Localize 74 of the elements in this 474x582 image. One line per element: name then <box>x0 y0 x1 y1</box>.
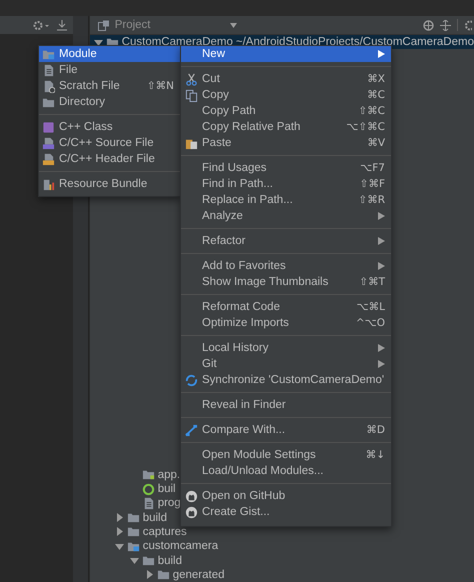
collapse-arrow-icon[interactable] <box>130 556 139 566</box>
project-path: ~/AndroidStudioProjects/CustomCameraDemo <box>236 36 474 48</box>
tree-item-label[interactable]: build <box>142 512 167 524</box>
settings-icon[interactable] <box>33 20 50 30</box>
menu-item[interactable]: Cut ⌘X <box>181 71 391 87</box>
scissors-icon <box>185 72 198 86</box>
settings-icon[interactable] <box>464 20 472 30</box>
menu-item[interactable]: Replace in Path... ⇧⌘R <box>181 192 391 208</box>
menu-item[interactable]: Load/Unload Modules... <box>181 463 391 479</box>
tree-item-label[interactable]: build <box>158 554 182 567</box>
tree-item-label[interactable]: app. <box>158 468 180 481</box>
folder-icon <box>126 525 140 538</box>
folder-icon <box>142 554 155 568</box>
menu-item[interactable]: Local History <box>181 340 391 356</box>
menu-item[interactable]: Copy Path ⇧⌘C <box>181 103 391 119</box>
menu-item[interactable]: Analyze <box>181 208 391 224</box>
menu-item[interactable]: Show Image Thumbnails ⇧⌘T <box>181 274 391 290</box>
tree-item-label[interactable]: prog <box>158 497 181 510</box>
menu-item[interactable]: Git <box>181 356 391 372</box>
menu-item[interactable]: Add to Favorites <box>181 258 391 274</box>
hide-panel-icon[interactable] <box>57 20 68 30</box>
sync-icon <box>185 374 198 386</box>
collapse-all-icon[interactable] <box>440 20 451 30</box>
expand-arrow-icon[interactable] <box>114 513 124 522</box>
expand-arrow-icon[interactable] <box>144 570 154 580</box>
menu-item[interactable]: Reveal in Finder <box>181 397 391 413</box>
menu-item[interactable]: Find Usages ⌥F7 <box>181 160 391 176</box>
menu-item[interactable]: Directory <box>39 94 180 110</box>
menu-item[interactable]: Copy ⌘C <box>181 87 391 103</box>
class-icon <box>42 120 55 134</box>
file-icon <box>42 64 55 76</box>
menu-item[interactable]: Module <box>39 46 180 62</box>
menu-item[interactable]: Optimize Imports ^⌥O <box>181 315 391 331</box>
menu-item[interactable]: C/C++ Header File <box>39 151 180 167</box>
compare-icon <box>185 424 198 436</box>
source-file-icon <box>42 136 55 150</box>
folder-icon <box>156 568 170 582</box>
project-view-icon <box>98 20 110 30</box>
folder-icon <box>142 468 155 482</box>
menu-item[interactable]: New <box>181 46 391 62</box>
menu-item[interactable]: Find in Path... ⇧⌘F <box>181 176 391 192</box>
folder-icon <box>126 511 140 524</box>
gradle-icon <box>142 482 155 496</box>
menu-item[interactable]: Reformat Code ⌥⌘L <box>181 299 391 315</box>
tree-item-label[interactable]: captures <box>142 526 187 538</box>
tree-item-label[interactable]: customcamera <box>142 540 218 552</box>
menu-item[interactable]: Resource Bundle <box>39 176 180 192</box>
tree-item-label[interactable]: buil <box>158 483 176 496</box>
menu-item[interactable]: Scratch File ⇧⌘N <box>39 78 180 94</box>
panel-title[interactable]: Project <box>114 19 225 31</box>
collapse-arrow-icon[interactable] <box>94 38 103 46</box>
collapse-arrow-icon[interactable] <box>114 542 124 551</box>
project-name: CustomCameraDemo <box>122 36 233 48</box>
menu-item[interactable]: Paste ⌘V <box>181 135 391 151</box>
menu-item[interactable]: Open on GitHub <box>181 488 391 504</box>
copy-icon <box>185 88 198 102</box>
menu-item[interactable]: Refactor <box>181 233 391 249</box>
dropdown-caret-icon[interactable] <box>230 22 237 28</box>
header-file-icon <box>42 152 55 166</box>
menu-item[interactable]: C/C++ Source File <box>39 135 180 151</box>
github-icon <box>185 506 198 518</box>
menu-item[interactable]: Synchronize 'CustomCameraDemo' <box>181 372 391 388</box>
expand-arrow-icon[interactable] <box>114 527 124 536</box>
scroll-from-source-icon[interactable] <box>422 20 434 30</box>
menu-item[interactable]: Open Module Settings ⌘↓ <box>181 447 391 463</box>
menu-item[interactable]: Compare With... ⌘D <box>181 422 391 438</box>
menu-item[interactable]: Copy Relative Path ⌥⇧⌘C <box>181 119 391 135</box>
menu-item[interactable]: Create Gist... <box>181 504 391 520</box>
bundle-icon <box>42 178 55 190</box>
tree-item-label[interactable]: generated <box>172 568 224 581</box>
scratch-file-icon <box>42 80 55 92</box>
github-icon <box>185 490 198 502</box>
menu-item[interactable]: C++ Class <box>39 119 180 135</box>
menu-item[interactable]: File <box>39 62 180 78</box>
